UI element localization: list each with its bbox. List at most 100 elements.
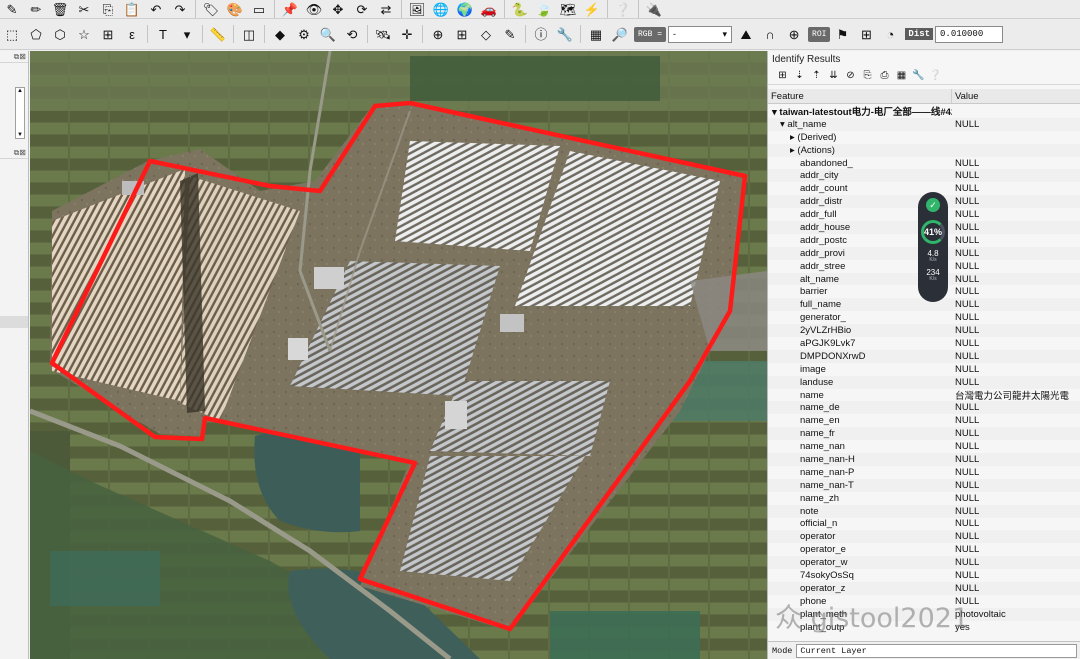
help-icon[interactable]: ❔ — [613, 0, 633, 18]
search-zoom-icon[interactable]: 🔎 — [610, 25, 630, 43]
result-row[interactable]: DMPDONXrwD NULL — [768, 349, 1080, 363]
copy-feature-icon[interactable]: ⎘ — [859, 70, 876, 81]
car-icon[interactable]: 🚗 — [479, 0, 499, 18]
globe-search-icon[interactable]: 🌍 — [455, 0, 475, 18]
collapse-icon[interactable]: ⇡ — [808, 70, 825, 81]
measure-icon[interactable]: 📏 — [208, 25, 228, 43]
globe-icon[interactable]: 🌐 — [431, 0, 451, 18]
rgb-value-select[interactable]: - ▾ — [668, 25, 733, 43]
select-expression-icon[interactable]: ε — [122, 25, 142, 43]
edit-tool-icon[interactable]: ✎ — [500, 25, 520, 43]
select-polygon-icon[interactable]: ⬠ — [26, 25, 46, 43]
add-icon[interactable]: ⊞ — [856, 25, 876, 43]
result-row[interactable]: 74sokyOsSq NULL — [768, 569, 1080, 582]
selected-layer-row[interactable] — [0, 316, 28, 328]
result-row[interactable]: name 台灣電力公司龍井太陽光電 — [768, 389, 1080, 403]
label-change-icon[interactable]: ⇄ — [376, 0, 396, 18]
result-row[interactable]: name_nan-P NULL — [768, 466, 1080, 479]
leaf-icon[interactable]: 🍃 — [534, 0, 554, 18]
result-row[interactable]: name_nan-H NULL — [768, 453, 1080, 466]
label-move-icon[interactable]: ✥ — [328, 0, 348, 18]
identify-info-icon[interactable]: ⓘ — [531, 25, 551, 43]
close-icon[interactable]: ⊠ — [19, 52, 26, 61]
expand-tree-icon[interactable]: ⊞ — [774, 70, 791, 81]
clear-results-icon[interactable]: ⊘ — [842, 70, 859, 81]
print-icon[interactable]: ⎙ — [876, 70, 893, 81]
result-row[interactable]: name_fr NULL — [768, 427, 1080, 441]
dist-input[interactable]: 0.010000 — [935, 25, 1004, 43]
result-row[interactable]: note NULL — [768, 504, 1080, 518]
layers-icon[interactable]: ◫ — [239, 25, 259, 43]
label-pin-icon[interactable]: 📌 — [280, 0, 300, 18]
select-freehand-icon[interactable]: ⬡ — [50, 25, 70, 43]
result-row[interactable]: name_de NULL — [768, 401, 1080, 415]
calendar-icon[interactable]: ▦ — [586, 25, 606, 43]
label-show-icon[interactable]: 👁 — [304, 0, 324, 18]
map-canvas[interactable] — [30, 51, 767, 659]
chevron-down-icon[interactable]: ▾ — [177, 25, 197, 43]
lightning-icon[interactable]: ⚡ — [582, 0, 602, 18]
result-row[interactable]: official_n NULL — [768, 518, 1080, 531]
result-row[interactable]: ▸ (Actions) — [768, 143, 1080, 157]
layer-scrollbar[interactable]: ▲ ▼ — [15, 87, 25, 139]
result-row[interactable]: ▸ (Derived) — [768, 131, 1080, 144]
scroll-up-icon[interactable]: ▲ — [16, 88, 24, 94]
result-row[interactable]: addr_city NULL — [768, 169, 1080, 183]
expand-new-icon[interactable]: ⇊ — [825, 70, 842, 81]
result-row[interactable]: image NULL — [768, 363, 1080, 376]
result-row[interactable]: addr_count NULL — [768, 182, 1080, 195]
zoom-icon[interactable]: 🔍 — [318, 25, 338, 43]
style-icon[interactable]: 🎨 — [225, 0, 245, 18]
select-value-icon[interactable]: ⊞ — [98, 25, 118, 43]
satellite-icon[interactable]: 🛰 — [373, 25, 393, 43]
result-row[interactable]: name_zh NULL — [768, 492, 1080, 505]
refresh-icon[interactable]: ⟲ — [342, 25, 362, 43]
result-row[interactable]: operator_w NULL — [768, 556, 1080, 570]
expand-icon[interactable]: ⇣ — [791, 70, 808, 81]
result-row[interactable]: full_name NULL — [768, 298, 1080, 312]
label-tool-icon[interactable]: ▭ — [249, 0, 269, 18]
result-row[interactable]: ▾ taiwan-latestout电力-电厂全部——线#428 — [768, 105, 1080, 118]
results-rows[interactable]: ▾ taiwan-latestout电力-电厂全部——线#428 ▾ alt_na… — [768, 105, 1080, 642]
map-icon[interactable]: 🗺 — [558, 0, 578, 18]
result-row[interactable]: landuse NULL — [768, 375, 1080, 389]
profile-icon[interactable]: ⛰ — [736, 25, 756, 43]
close-icon[interactable]: ⊠ — [19, 148, 26, 157]
image-icon[interactable]: 🖼 — [407, 0, 427, 18]
digitize-icon[interactable]: ✎ — [2, 0, 22, 18]
curve-icon[interactable]: ∩ — [760, 25, 780, 43]
select-star-icon[interactable]: ☆ — [74, 25, 94, 43]
wrench-icon[interactable]: 🔧 — [555, 25, 575, 43]
result-row[interactable]: ▾ alt_name NULL — [768, 117, 1080, 131]
python-icon[interactable]: 🐍 — [510, 0, 530, 18]
result-row[interactable]: operator_e NULL — [768, 543, 1080, 556]
settings-wrench-icon[interactable]: 🔧 — [910, 70, 927, 81]
layer-style-icon[interactable]: ◆ — [270, 25, 290, 43]
result-row[interactable]: operator NULL — [768, 530, 1080, 544]
result-row[interactable]: abandoned_ NULL — [768, 157, 1080, 170]
label-icon[interactable]: 🏷 — [201, 0, 221, 18]
help-icon[interactable]: ❔ — [927, 70, 944, 81]
result-row[interactable]: name_nan NULL — [768, 440, 1080, 453]
select-mode-icon[interactable]: ▦ — [893, 70, 910, 81]
plugin-icon[interactable]: 🔌 — [644, 0, 664, 18]
paste-icon[interactable]: 📋 — [122, 0, 142, 18]
redo-icon[interactable]: ↷ — [170, 0, 190, 18]
result-row[interactable]: name_nan-T NULL — [768, 478, 1080, 492]
mode-select[interactable]: Current Layer — [796, 643, 1077, 658]
edit-pencil-icon[interactable]: ✏ — [26, 0, 46, 18]
flag-icon[interactable]: ⚑ — [832, 25, 852, 43]
grid-icon[interactable]: ⊞ — [452, 25, 472, 43]
snap-icon[interactable]: ⊕ — [428, 25, 448, 43]
result-row[interactable]: aPGJK9Lvk7 NULL — [768, 337, 1080, 350]
copy-icon[interactable]: ⎘ — [98, 0, 118, 18]
undo-icon[interactable]: ↶ — [146, 0, 166, 18]
crosshair-icon[interactable]: ✛ — [397, 25, 417, 43]
vertex-icon[interactable]: ◇ — [476, 25, 496, 43]
cycle-icon[interactable]: ◔ — [880, 25, 900, 43]
select-icon[interactable]: ⬚ — [2, 25, 22, 43]
label-rotate-icon[interactable]: ⟳ — [352, 0, 372, 18]
cut-icon[interactable]: ✂ — [74, 0, 94, 18]
settings-gear-icon[interactable]: ⚙ — [294, 25, 314, 43]
scroll-down-icon[interactable]: ▼ — [16, 132, 24, 138]
